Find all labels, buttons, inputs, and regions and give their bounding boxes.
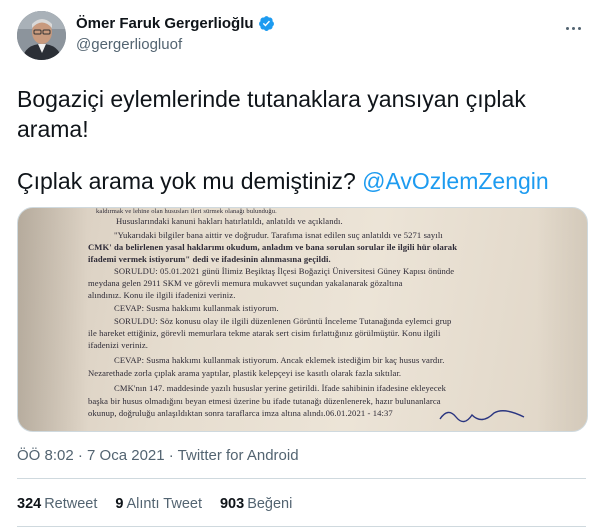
tweet-line-2-text: Çıplak arama yok mu demiştiniz? [17,168,363,194]
document-line: CMK' da belirlenen yasal haklarımı okudu… [88,242,458,252]
more-options-icon[interactable] [562,20,584,36]
document-line: CEVAP: Susma hakkımı kullanmak istiyorum… [114,303,279,313]
likes-stat[interactable]: 903 Beğeni [220,496,292,512]
document-line: CMK'nın 147. maddesinde yazılı hususlar … [114,383,447,393]
divider-bottom [17,526,586,527]
document-line: Hususlarındaki kanuni hakları hatırlatıl… [116,216,343,226]
document-line: ifadenizi veriniz. [88,340,149,350]
tweet-source[interactable]: Twitter for Android [178,447,299,464]
author-handle[interactable]: @gergerliogluof [76,36,182,53]
tweet-date[interactable]: 7 Oca 2021 [87,447,165,464]
likes-label: Beğeni [247,496,293,512]
quotes-stat[interactable]: 9 Alıntı Tweet [115,496,202,512]
tweet-stats: 324 Retweet 9 Alıntı Tweet 903 Beğeni [17,496,292,512]
document-line: ifademi vermek istiyorum" dedi ve ifades… [88,254,331,264]
document-line: kaldırmak ve lehine olan hususları ileri… [96,208,277,215]
avatar-photo [17,11,66,60]
meta-separator: · [73,447,88,464]
document-line: ile hareket ettiğiniz, görevli memurlara… [88,328,441,338]
divider-top [17,478,586,479]
document-line: başka bir husus olmadığını beyan etmesi … [88,396,441,406]
document-line: SORULDU: Söz konusu olay ile ilgili düze… [114,316,452,326]
retweets-label: Retweet [44,496,98,512]
retweets-stat[interactable]: 324 Retweet [17,496,97,512]
tweet-time[interactable]: ÖÖ 8:02 [17,447,74,464]
author-avatar[interactable] [17,11,66,60]
quotes-count: 9 [115,496,124,512]
document-line: CEVAP: Susma hakkımı kullanmak istiyorum… [114,355,445,365]
tweet-spacer [17,144,587,166]
tweet-line-2: Çıplak arama yok mu demiştiniz? @AvOzlem… [17,166,587,196]
likes-count: 903 [219,496,245,512]
document-line: okunup, doğruluğu anlaşıldıktan sonra ta… [88,408,393,418]
photo-edge [537,208,587,431]
tweet-photo[interactable]: kaldırmak ve lehine olan hususları ileri… [17,207,588,432]
mention-link[interactable]: @AvOzlemZengin [362,168,549,194]
author-name[interactable]: Ömer Faruk Gergerlioğlu [76,15,254,32]
document-line: meydana gelen 2911 SKM ve görevli memura… [88,278,403,288]
document-line: alındınız. Konu ile ilgili ifadenizi ver… [88,290,236,300]
retweets-count: 324 [17,496,42,512]
document-photo: kaldırmak ve lehine olan hususları ileri… [18,208,587,431]
tweet-text: Bogaziçi eylemlerinde tutanaklara yansıy… [17,84,587,196]
document-line: Nezarethade zorla çıplak arama yaptılar,… [88,368,402,378]
tweet-line-1: Bogaziçi eylemlerinde tutanaklara yansıy… [17,86,526,142]
document-line: "Yukarıdaki bilgiler bana aittir ve doğr… [114,230,443,240]
verified-badge-icon [258,16,274,31]
tweet-meta: ÖÖ 8:02 · 7 Oca 2021 · Twitter for Andro… [17,447,299,464]
document-line: SORULDU: 05.01.2021 günü İlimiz Beşiktaş… [114,266,455,276]
meta-separator: · [164,447,178,464]
author-name-row: Ömer Faruk Gergerlioğlu [76,15,275,32]
signature-scribble [439,410,525,423]
photo-shadow [18,208,88,431]
quotes-label: Alıntı Tweet [126,496,202,512]
